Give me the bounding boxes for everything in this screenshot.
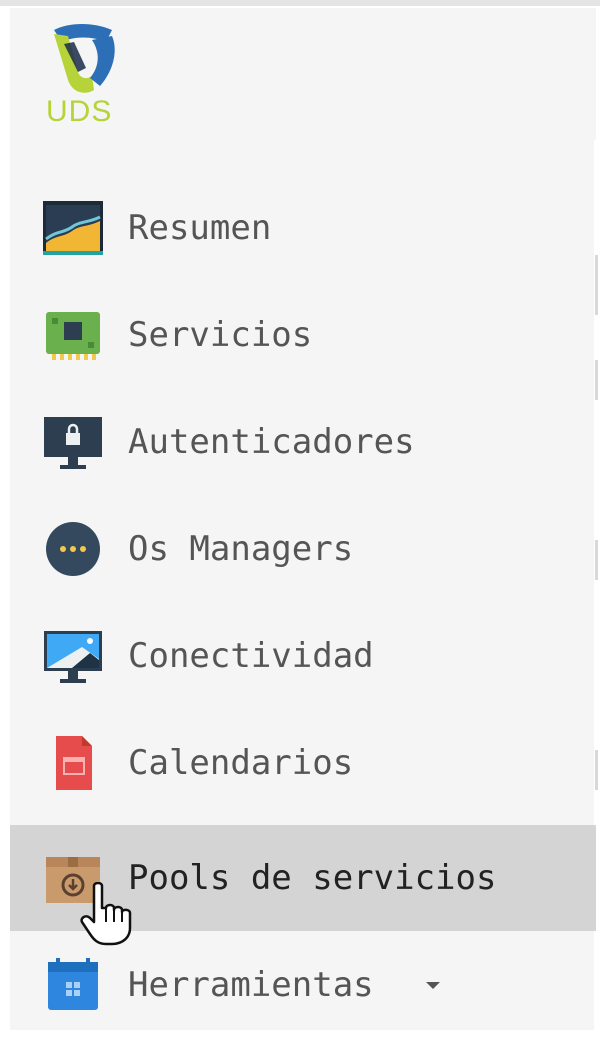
lock-monitor-icon (44, 417, 102, 469)
sidebar-item-autenticadores[interactable]: Autenticadores (10, 389, 596, 495)
chevron-down-icon[interactable] (426, 982, 440, 989)
sidebar-item-label: Autenticadores (128, 422, 415, 462)
sidebar-item-label: Servicios (128, 315, 313, 355)
sidebar-item-os-managers[interactable]: Os Managers (10, 496, 596, 602)
dashboard-chart-icon (43, 201, 103, 255)
landscape-monitor-icon (44, 631, 102, 683)
sidebar-item-label: Resumen (128, 208, 272, 248)
sidebar-item-label: Herramientas (128, 965, 374, 1005)
more-dots-icon (46, 522, 100, 576)
sidebar-item-label: Pools de servicios (128, 858, 497, 898)
sidebar-item-label: Conectividad (128, 636, 374, 676)
calendar-icon (56, 736, 92, 790)
sidebar-item-servicios[interactable]: Servicios (10, 282, 596, 388)
sidebar-item-conectividad[interactable]: Conectividad (10, 603, 596, 709)
apps-grid-icon (48, 958, 98, 1010)
sidebar-item-calendarios[interactable]: Calendarios (10, 710, 596, 816)
hand-cursor-icon (80, 882, 132, 946)
top-border (0, 0, 600, 6)
sidebar-item-herramientas[interactable]: Herramientas (10, 932, 596, 1038)
sidebar-item-resumen[interactable]: Resumen (10, 175, 596, 281)
sidebar-item-label: Os Managers (128, 529, 354, 569)
circuit-board-icon (46, 312, 100, 360)
logo-text: UDS (46, 95, 113, 128)
sidebar-item-label: Calendarios (128, 743, 354, 783)
